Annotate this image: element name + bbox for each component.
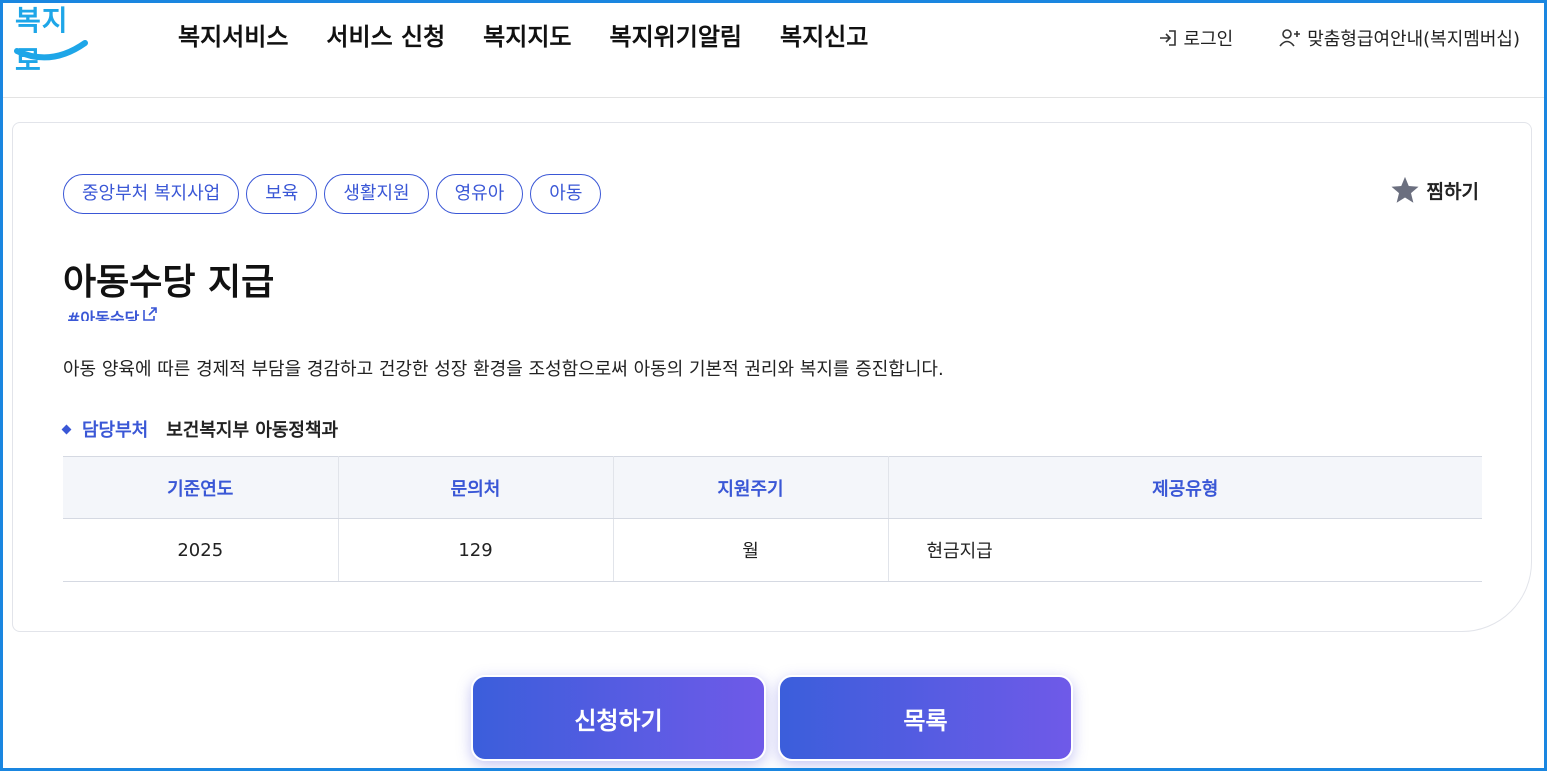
table-header-row: 기준연도 문의처 지원주기 제공유형	[63, 456, 1482, 519]
action-buttons: 신청하기 목록	[471, 675, 1085, 761]
category-tags: 중앙부처 복지사업 보육 생활지원 영유아 아동	[63, 174, 608, 214]
header-support-cycle: 지원주기	[613, 456, 889, 519]
bookmark-button[interactable]: 찜하기	[1389, 175, 1479, 205]
header-contact: 문의처	[338, 456, 614, 519]
cell-provision-type: 현금지급	[888, 518, 1482, 582]
login-icon	[1159, 30, 1176, 46]
department-row: 담당부처 보건복지부 아동정책과	[61, 416, 339, 442]
cell-base-year: 2025	[63, 518, 339, 582]
nav-welfare-map[interactable]: 복지지도	[483, 17, 571, 52]
hashtag-link[interactable]: #아동수당	[67, 305, 158, 321]
bookmark-label: 찜하기	[1426, 180, 1479, 203]
cell-support-cycle: 월	[613, 518, 889, 582]
header-base-year: 기준연도	[63, 456, 339, 519]
nav-crisis-alert[interactable]: 복지위기알림	[610, 17, 742, 52]
user-add-icon	[1279, 29, 1301, 47]
tag-infant[interactable]: 영유아	[435, 174, 524, 214]
login-link[interactable]: 로그인	[1158, 25, 1234, 51]
header-provision-type: 제공유형	[888, 456, 1482, 519]
site-header: 복지로 복지서비스 서비스 신청 복지지도 복지위기알림 복지신고 로그인 맞춤…	[3, 3, 1544, 98]
utility-menu: 로그인 맞춤형급여안내(복지멤버십)	[1112, 25, 1520, 51]
nav-service-apply[interactable]: 서비스 신청	[326, 17, 445, 52]
hashtag-label: #아동수당	[67, 309, 140, 321]
external-link-icon	[143, 307, 158, 321]
tag-central-ministry[interactable]: 중앙부처 복지사업	[63, 174, 240, 214]
login-label: 로그인	[1183, 29, 1234, 50]
bullet-icon	[61, 424, 72, 434]
main-nav: 복지서비스 서비스 신청 복지지도 복지위기알림 복지신고	[178, 17, 906, 52]
membership-label: 맞춤형급여안내(복지멤버십)	[1307, 29, 1520, 50]
logo-swoosh-icon	[14, 40, 88, 61]
list-button[interactable]: 목록	[778, 675, 1073, 761]
nav-welfare-report[interactable]: 복지신고	[780, 17, 868, 52]
apply-button[interactable]: 신청하기	[471, 675, 766, 761]
service-detail-card: 중앙부처 복지사업 보육 생활지원 영유아 아동 찜하기 아동수당 지급 #아동…	[12, 122, 1532, 632]
logo[interactable]: 복지로	[11, 3, 91, 77]
tag-child[interactable]: 아동	[530, 174, 602, 214]
table-row: 2025 129 월 현금지급	[63, 518, 1482, 582]
cell-contact: 129	[338, 518, 614, 582]
service-description: 아동 양육에 따른 경제적 부담을 경감하고 건강한 성장 환경을 조성함으로써…	[63, 359, 944, 380]
department-value: 보건복지부 아동정책과	[166, 420, 339, 441]
tag-childcare[interactable]: 보육	[246, 174, 318, 214]
tag-living-support[interactable]: 생활지원	[324, 174, 429, 214]
department-label: 담당부처	[82, 420, 149, 441]
star-icon	[1391, 176, 1419, 203]
nav-welfare-services[interactable]: 복지서비스	[178, 17, 288, 52]
membership-link[interactable]: 맞춤형급여안내(복지멤버십)	[1279, 25, 1520, 51]
service-info-table: 기준연도 문의처 지원주기 제공유형 2025 129 월 현금지급	[63, 456, 1482, 582]
page-title: 아동수당 지급	[63, 262, 275, 303]
